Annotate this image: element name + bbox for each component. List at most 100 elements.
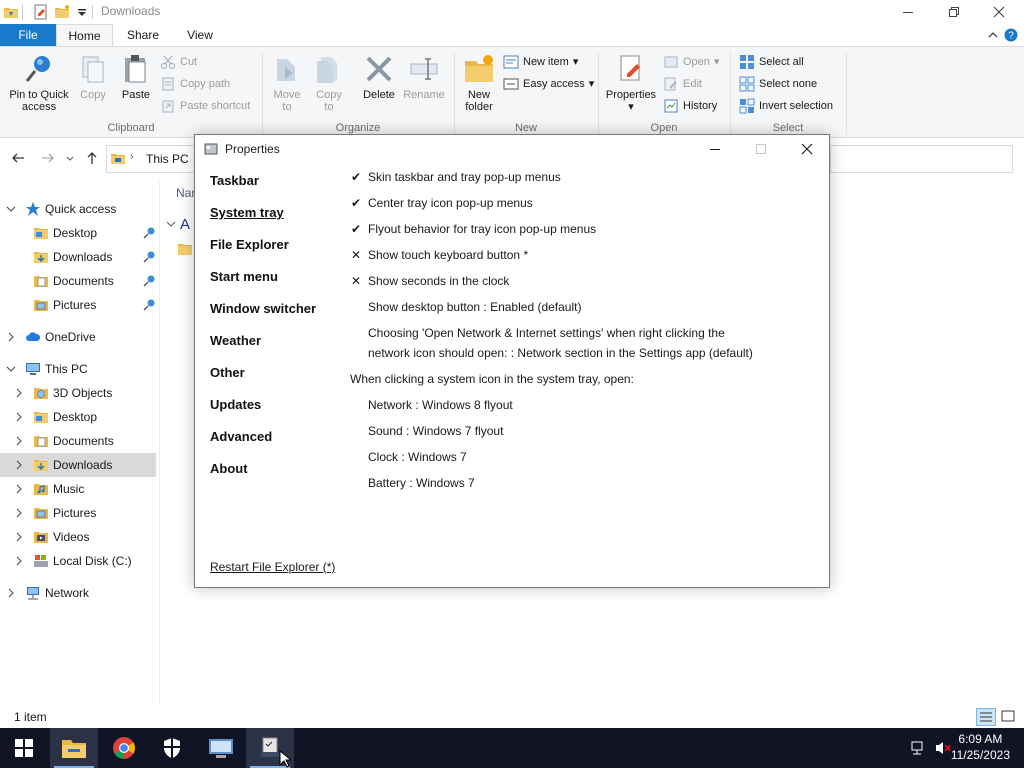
nav-network[interactable]: Network (0, 581, 156, 605)
dialog-nav-about[interactable]: About (210, 461, 248, 476)
option-tray-battery[interactable]: Battery : Windows 7 (368, 476, 475, 490)
nav-qa-pictures[interactable]: Pictures (0, 293, 156, 317)
properties-button[interactable]: Properties ▾ (602, 53, 660, 113)
chevron-right-icon[interactable] (14, 556, 24, 566)
paste-button[interactable]: Paste (118, 53, 154, 101)
up-arrow-icon[interactable] (84, 150, 100, 166)
volume-muted-icon[interactable] (934, 740, 952, 756)
tab-home[interactable]: Home (56, 24, 113, 46)
taskbar-security[interactable] (148, 728, 196, 768)
invert-selection-button[interactable]: Invert selection (739, 96, 833, 116)
pin-icon[interactable] (142, 298, 156, 312)
chevron-right-icon[interactable] (6, 332, 16, 342)
copy-to-button[interactable]: Copy to (310, 53, 348, 113)
nav-pc-pictures[interactable]: Pictures (0, 501, 156, 525)
move-to-button[interactable]: Move to (268, 53, 306, 113)
taskbar-file-explorer[interactable] (50, 728, 98, 768)
breadcrumb-chevron-icon[interactable]: › (130, 151, 134, 163)
taskbar-clock[interactable]: 6:09 AM 11/25/2023 (951, 731, 1010, 763)
nav-qa-desktop[interactable]: Desktop (0, 221, 156, 245)
nav-qa-documents[interactable]: Documents (0, 269, 156, 293)
back-arrow-icon[interactable] (10, 150, 26, 166)
help-icon[interactable]: ? (1004, 28, 1018, 42)
history-button[interactable]: History (663, 96, 717, 116)
chevron-up-icon[interactable] (986, 28, 1000, 42)
nav-pc-downloads[interactable]: Downloads (0, 453, 156, 477)
option-tray-sound[interactable]: Sound : Windows 7 flyout (368, 424, 503, 438)
nav-pc-music[interactable]: Music (0, 477, 156, 501)
option-tray-clock[interactable]: Clock : Windows 7 (368, 450, 467, 464)
cut-button[interactable]: Cut (160, 52, 197, 72)
chevron-right-icon[interactable] (14, 484, 24, 494)
rename-button[interactable]: Rename (400, 53, 448, 101)
pin-icon[interactable] (142, 250, 156, 264)
tab-file[interactable]: File (0, 24, 56, 46)
chevron-right-icon[interactable] (14, 532, 24, 542)
dialog-nav-start-menu[interactable]: Start menu (210, 269, 278, 284)
tab-share[interactable]: Share (114, 24, 172, 46)
dialog-nav-system-tray[interactable]: System tray (210, 205, 284, 220)
minimize-button[interactable] (885, 0, 931, 24)
delete-button[interactable]: Delete (358, 53, 400, 101)
start-button[interactable] (0, 728, 48, 768)
pin-icon[interactable] (142, 226, 156, 240)
dialog-nav-taskbar[interactable]: Taskbar (210, 173, 259, 188)
dialog-nav-window-switcher[interactable]: Window switcher (210, 301, 316, 316)
close-button[interactable] (976, 0, 1022, 24)
chevron-down-icon[interactable] (165, 218, 177, 230)
address-path[interactable]: This PC (146, 152, 189, 166)
dialog-nav-other[interactable]: Other (210, 365, 245, 380)
chevron-right-icon[interactable] (14, 460, 24, 470)
forward-arrow-icon[interactable] (40, 150, 56, 166)
dialog-nav-advanced[interactable]: Advanced (210, 429, 272, 444)
edit-button[interactable]: Edit (663, 74, 702, 94)
new-folder-button[interactable]: New folder (458, 53, 500, 113)
tab-view[interactable]: View (172, 24, 228, 46)
dialog-nav-updates[interactable]: Updates (210, 397, 261, 412)
dialog-minimize-button[interactable] (692, 135, 738, 163)
new-item-button[interactable]: New item ▾ (503, 52, 578, 72)
dialog-nav-weather[interactable]: Weather (210, 333, 261, 348)
details-view-button[interactable] (976, 708, 996, 726)
taskbar-control-panel[interactable] (197, 728, 245, 768)
chevron-right-icon[interactable] (6, 588, 16, 598)
open-button[interactable]: Open ▾ (663, 52, 719, 72)
select-none-button[interactable]: Select none (739, 74, 817, 94)
pin-to-quick-access-button[interactable]: Pin to Quick access (4, 53, 74, 113)
network-tray-icon[interactable] (910, 740, 928, 756)
nav-pc-local-disk[interactable]: Local Disk (C:) (0, 549, 156, 573)
recent-locations-chevron-icon[interactable] (64, 150, 76, 166)
chevron-down-icon[interactable] (6, 204, 16, 214)
nav-pc-3d-objects[interactable]: 3D Objects (0, 381, 156, 405)
chevron-right-icon[interactable] (14, 508, 24, 518)
nav-this-pc[interactable]: This PC (0, 357, 156, 381)
chevron-right-icon[interactable] (14, 412, 24, 422)
column-header-name[interactable]: Nar (176, 186, 195, 200)
nav-qa-downloads[interactable]: Downloads (0, 245, 156, 269)
chevron-down-icon[interactable] (6, 364, 16, 374)
chevron-right-icon[interactable] (14, 436, 24, 446)
dialog-maximize-button[interactable] (738, 135, 784, 163)
restart-file-explorer-link[interactable]: Restart File Explorer (*) (210, 560, 335, 574)
properties-quick-icon[interactable] (33, 4, 49, 20)
taskbar-chrome[interactable] (100, 728, 148, 768)
customize-qat-icon[interactable] (74, 4, 90, 20)
dialog-nav-file-explorer[interactable]: File Explorer (210, 237, 289, 252)
search-input[interactable] (830, 145, 1013, 173)
chevron-right-icon[interactable] (14, 388, 24, 398)
select-all-button[interactable]: Select all (739, 52, 804, 72)
nav-pc-videos[interactable]: Videos (0, 525, 156, 549)
copy-button[interactable]: Copy (76, 53, 110, 101)
nav-pc-documents[interactable]: Documents (0, 429, 156, 453)
maximize-button[interactable] (931, 0, 977, 24)
option-tray-network[interactable]: Network : Windows 8 flyout (368, 398, 513, 412)
nav-pc-desktop[interactable]: Desktop (0, 405, 156, 429)
nav-quick-access[interactable]: Quick access (0, 197, 156, 221)
large-icons-view-button[interactable] (999, 708, 1019, 726)
dialog-close-button[interactable] (784, 135, 830, 163)
pin-icon[interactable] (142, 274, 156, 288)
paste-shortcut-button[interactable]: Paste shortcut (160, 96, 250, 116)
nav-onedrive[interactable]: OneDrive (0, 325, 156, 349)
new-folder-quick-icon[interactable] (54, 4, 70, 20)
easy-access-button[interactable]: Easy access ▾ (503, 74, 594, 94)
